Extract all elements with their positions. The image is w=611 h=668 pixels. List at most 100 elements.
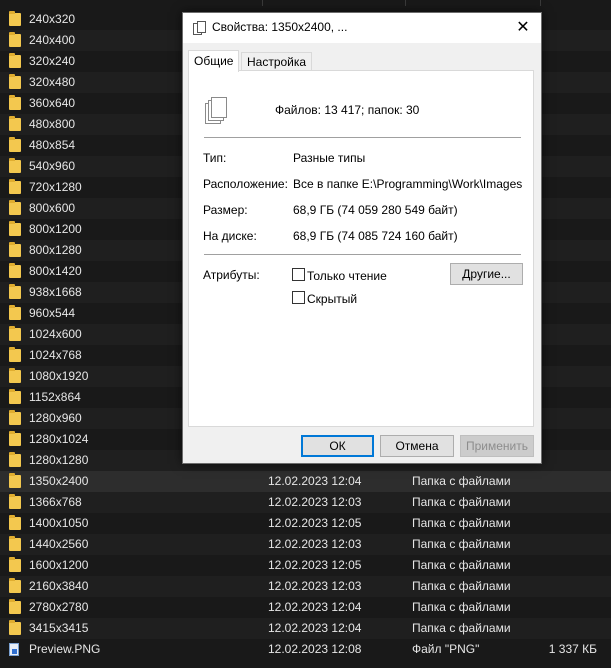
file-name: 480x800 — [29, 117, 76, 131]
folder-icon — [9, 410, 21, 425]
type-value: Разные типы — [293, 151, 366, 165]
folder-icon — [9, 263, 21, 278]
file-date: 12.02.2023 12:08 — [268, 642, 362, 656]
location-label: Расположение: — [203, 177, 288, 191]
file-date: 12.02.2023 12:03 — [268, 579, 362, 593]
general-panel: Файлов: 13 417; папок: 30 Тип: Разные ти… — [188, 70, 534, 427]
folder-icon — [9, 179, 21, 194]
folder-icon — [9, 389, 21, 404]
folder-icon — [9, 431, 21, 446]
file-row[interactable]: 2160x3840 12.02.2023 12:03 Папка с файлами — [0, 576, 611, 597]
file-name: 800x1420 — [29, 264, 82, 278]
folder-icon — [9, 53, 21, 68]
file-type: Папка с файлами — [412, 579, 511, 593]
file-name: 1440x2560 — [29, 537, 89, 551]
file-date: 12.02.2023 12:04 — [268, 474, 362, 488]
file-row[interactable]: 3415x3415 12.02.2023 12:04 Папка с файлами — [0, 618, 611, 639]
readonly-checkbox[interactable] — [292, 268, 305, 281]
file-row[interactable]: 2780x2780 12.02.2023 12:04 Папка с файлами — [0, 597, 611, 618]
file-name: 800x1200 — [29, 222, 82, 236]
folder-icon — [9, 473, 21, 488]
file-name: 1024x600 — [29, 327, 82, 341]
file-type: Папка с файлами — [412, 537, 511, 551]
folder-icon — [9, 557, 21, 572]
file-type: Файл "PNG" — [412, 642, 480, 656]
files-summary: Файлов: 13 417; папок: 30 — [275, 103, 420, 117]
cancel-button[interactable]: Отмена — [380, 435, 454, 457]
file-name: 240x320 — [29, 12, 76, 26]
folder-icon — [9, 137, 21, 152]
file-row[interactable]: 1440x2560 12.02.2023 12:03 Папка с файлами — [0, 534, 611, 555]
multiple-files-icon — [205, 95, 229, 125]
file-row[interactable]: 1350x2400 12.02.2023 12:04 Папка с файлами — [0, 471, 611, 492]
folder-icon — [9, 599, 21, 614]
other-attributes-button[interactable]: Другие... — [450, 263, 523, 285]
apply-button[interactable]: Применить — [460, 435, 534, 457]
folder-icon — [9, 305, 21, 320]
file-size: 1 337 КБ — [548, 642, 597, 656]
dialog-title: Свойства: 1350x2400, ... — [212, 20, 348, 34]
file-date: 12.02.2023 12:03 — [268, 537, 362, 551]
folder-icon — [9, 515, 21, 530]
file-name: 2780x2780 — [29, 600, 89, 614]
ondisk-value: 68,9 ГБ (74 085 724 160 байт) — [293, 229, 458, 243]
divider — [204, 137, 521, 138]
file-name: 2160x3840 — [29, 579, 89, 593]
ok-button[interactable]: ОК — [301, 435, 374, 457]
file-type: Папка с файлами — [412, 474, 511, 488]
file-name: 540x960 — [29, 159, 76, 173]
file-date: 12.02.2023 12:05 — [268, 558, 362, 572]
close-button[interactable]: ✕ — [513, 18, 533, 38]
attributes-label: Атрибуты: — [203, 268, 260, 282]
file-name: 1024x768 — [29, 348, 82, 362]
hidden-checkbox[interactable] — [292, 291, 305, 304]
file-name: 320x480 — [29, 75, 76, 89]
folder-icon — [9, 284, 21, 299]
file-type: Папка с файлами — [412, 495, 511, 509]
folder-icon — [9, 452, 21, 467]
folder-icon — [9, 116, 21, 131]
readonly-label: Только чтение — [307, 269, 387, 283]
column-separator — [540, 0, 541, 6]
folder-icon — [9, 347, 21, 362]
hidden-label: Скрытый — [307, 292, 358, 306]
file-name: 1400x1050 — [29, 516, 89, 530]
file-name: 360x640 — [29, 96, 76, 110]
file-row[interactable]: 1366x768 12.02.2023 12:03 Папка с файлами — [0, 492, 611, 513]
tab-customize[interactable]: Настройка — [241, 52, 313, 71]
folder-icon — [9, 620, 21, 635]
properties-dialog: Свойства: 1350x2400, ... ✕ Общие Настрой… — [182, 12, 542, 464]
size-label: Размер: — [203, 203, 248, 217]
folder-icon — [9, 494, 21, 509]
folder-icon — [9, 536, 21, 551]
file-name: 800x600 — [29, 201, 76, 215]
file-name: 240x400 — [29, 33, 76, 47]
title-bar[interactable]: Свойства: 1350x2400, ... ✕ — [183, 13, 541, 43]
folder-icon — [9, 326, 21, 341]
type-label: Тип: — [203, 151, 227, 165]
file-date: 12.02.2023 12:04 — [268, 621, 362, 635]
ondisk-label: На диске: — [203, 229, 257, 243]
location-value: Все в папке E:\Programming\Work\Images — [293, 177, 523, 191]
file-name: 1280x1024 — [29, 432, 89, 446]
file-row[interactable]: Preview.PNG 12.02.2023 12:08 Файл "PNG" 1 3… — [0, 639, 611, 660]
file-name: 1600x1200 — [29, 558, 89, 572]
file-type: Папка с файлами — [412, 621, 511, 635]
file-name: 1280x960 — [29, 411, 82, 425]
file-name: 800x1280 — [29, 243, 82, 257]
file-name: Preview.PNG — [29, 642, 101, 656]
file-name: 1080x1920 — [29, 369, 89, 383]
file-name: 720x1280 — [29, 180, 82, 194]
file-row[interactable]: 1400x1050 12.02.2023 12:05 Папка с файлами — [0, 513, 611, 534]
folder-icon — [9, 158, 21, 173]
png-file-icon — [9, 643, 21, 656]
file-row[interactable]: 1600x1200 12.02.2023 12:05 Папка с файлами — [0, 555, 611, 576]
folder-icon — [9, 578, 21, 593]
file-name: 1280x1280 — [29, 453, 89, 467]
tab-general[interactable]: Общие — [188, 50, 240, 72]
file-type: Папка с файлами — [412, 558, 511, 572]
file-name: 960x544 — [29, 306, 76, 320]
file-date: 12.02.2023 12:05 — [268, 516, 362, 530]
folder-icon — [9, 74, 21, 89]
folder-icon — [9, 221, 21, 236]
